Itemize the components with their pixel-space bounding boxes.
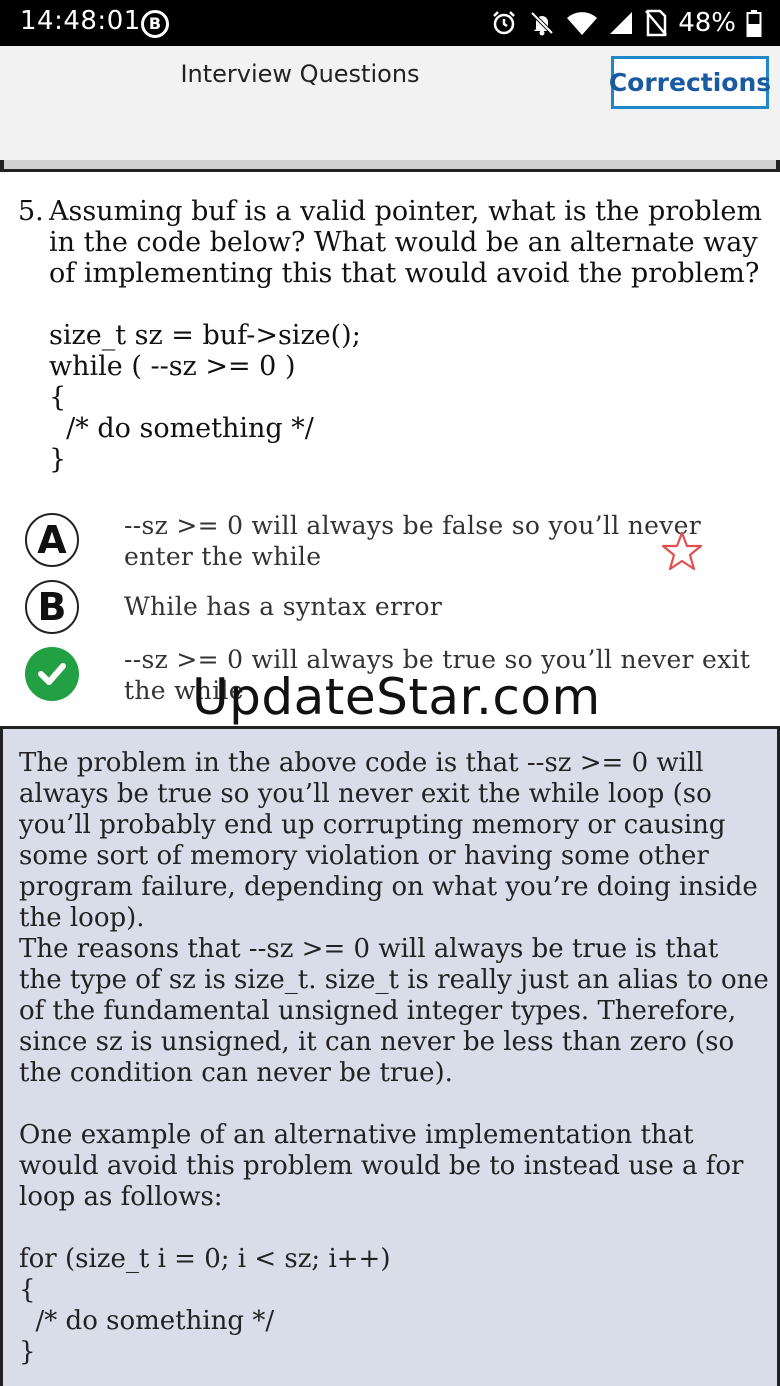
corrections-button[interactable]: Corrections <box>609 56 771 109</box>
b-badge-icon: B <box>141 10 169 38</box>
explanation-paragraph-1: The problem in the above code is that --… <box>19 748 758 933</box>
alarm-icon <box>493 11 516 35</box>
page-title: Interview Questions <box>180 60 420 88</box>
option-a-letter: A <box>25 513 79 567</box>
option-b-letter: B <box>25 580 79 634</box>
answer-option-b[interactable]: B While has a syntax error <box>0 578 780 636</box>
option-b-text: While has a syntax error <box>124 592 443 621</box>
app-header: Interview Questions Corrections <box>0 46 780 164</box>
explanation-panel: The problem in the above code is that --… <box>0 726 780 1386</box>
header-divider <box>0 160 780 172</box>
correct-check-icon <box>25 647 79 701</box>
status-icons: 48% <box>490 6 762 40</box>
watermark: UpdateStar.com <box>192 668 601 726</box>
wifi-icon <box>567 12 598 36</box>
mute-icon <box>530 11 554 36</box>
question-code: size_t sz = buf->size(); while ( --sz >=… <box>49 320 361 475</box>
no-sim-icon <box>645 9 668 37</box>
battery-percent: 48% <box>678 8 736 38</box>
question-number: 5. <box>18 196 44 227</box>
explanation-code: for (size_t i = 0; i < sz; i++) { /* do … <box>19 1244 391 1367</box>
question-text: Assuming buf is a valid pointer, what is… <box>49 196 762 289</box>
explanation-paragraph-2: The reasons that --sz >= 0 will always b… <box>19 934 769 1088</box>
star-icon[interactable] <box>660 530 704 574</box>
battery-icon <box>746 10 762 37</box>
explanation-paragraph-3: One example of an alternative implementa… <box>19 1120 744 1212</box>
status-bar: 14:48:01 B 48% <box>0 0 780 46</box>
clock: 14:48:01 <box>20 6 141 36</box>
signal-icon <box>610 12 633 34</box>
